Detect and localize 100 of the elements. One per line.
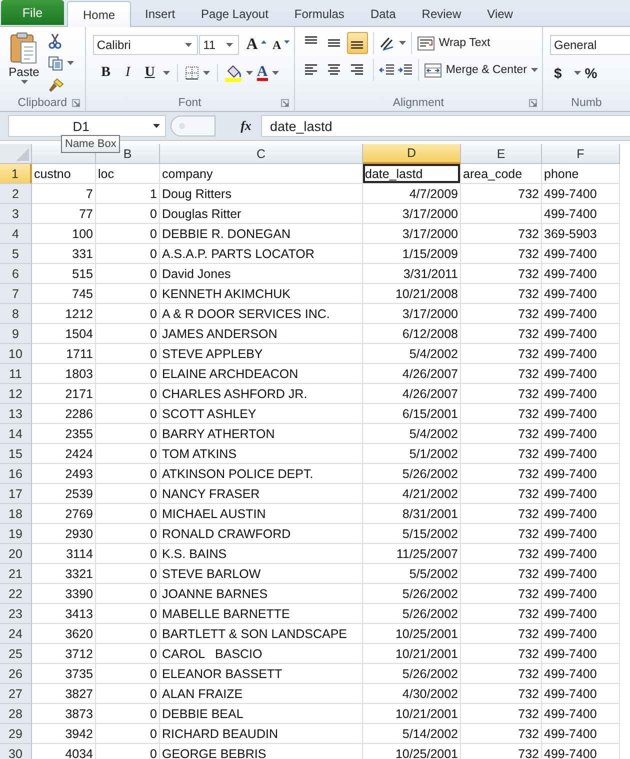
row-header[interactable]: 12 (0, 384, 32, 404)
table-cell: 100 (32, 224, 96, 244)
grow-font-button[interactable]: A (246, 36, 258, 54)
wrap-text-button[interactable]: Wrap Text (416, 32, 490, 54)
merge-center-button[interactable]: Merge & Center (424, 59, 538, 81)
row-header[interactable]: 15 (0, 444, 32, 464)
decrease-indent-icon[interactable] (378, 63, 395, 77)
table-cell: 11/25/2007 (363, 544, 461, 564)
ribbon-tab[interactable]: Data (358, 2, 408, 26)
vertical-align-button[interactable] (346, 32, 368, 54)
row-header[interactable]: 28 (0, 704, 32, 724)
ribbon-tab[interactable]: View (475, 2, 525, 26)
bold-button[interactable]: B (96, 64, 115, 82)
table-cell: 0 (96, 424, 160, 444)
increase-indent-icon[interactable] (396, 63, 413, 77)
row-header[interactable]: 29 (0, 724, 32, 744)
table-cell: 2424 (32, 444, 96, 464)
row-header[interactable]: 22 (0, 584, 32, 604)
file-tab[interactable]: File (1, 0, 64, 25)
ribbon-tab[interactable]: Page Layout (189, 2, 280, 26)
row-header[interactable]: 2 (0, 184, 32, 204)
ribbon-tab[interactable]: Insert (133, 2, 188, 26)
row-header[interactable]: 25 (0, 644, 32, 664)
table-cell: 515 (32, 264, 96, 284)
number-format-field[interactable]: General (550, 35, 630, 55)
column-header[interactable]: F (542, 144, 620, 164)
table-cell: 0 (96, 304, 160, 324)
table-cell: 745 (32, 284, 96, 304)
row-header[interactable]: 30 (0, 744, 32, 759)
table-cell: 5/26/2002 (363, 584, 461, 604)
table-cell: ELAINE ARCHDEACON (160, 364, 363, 384)
row-header[interactable]: 10 (0, 344, 32, 364)
row-header[interactable]: 9 (0, 324, 32, 344)
caret-icon (153, 124, 160, 128)
row-header[interactable]: 23 (0, 604, 32, 624)
font-size-field[interactable]: 11 (199, 35, 240, 55)
shrink-font-button[interactable]: A (272, 36, 282, 54)
ribbon-tab[interactable]: Home (67, 1, 132, 27)
table-cell: 0 (96, 664, 160, 684)
copy-button[interactable] (48, 54, 74, 72)
table-cell: 1212 (32, 304, 96, 324)
row-header[interactable]: 11 (0, 364, 32, 384)
ribbon-tab[interactable]: Formulas (282, 2, 356, 26)
row-header[interactable]: 13 (0, 404, 32, 424)
row-header[interactable]: 27 (0, 684, 32, 704)
row-header[interactable]: 26 (0, 664, 32, 684)
font-color-button[interactable]: A (256, 65, 268, 81)
table-cell: loc (96, 164, 160, 184)
ribbon-tab[interactable]: Review (410, 2, 474, 26)
table-cell: 499-7400 (542, 524, 620, 544)
table-cell: 499-7400 (542, 264, 620, 284)
table-cell: 5/26/2002 (363, 604, 461, 624)
table-cell: 2171 (32, 384, 96, 404)
underline-button[interactable]: U (140, 64, 159, 82)
splitter-handle-icon[interactable] (170, 115, 216, 137)
row-header[interactable]: 14 (0, 424, 32, 444)
currency-button[interactable]: $ (554, 64, 562, 82)
row-header[interactable]: 17 (0, 484, 32, 504)
column-header[interactable]: E (461, 144, 542, 164)
dialog-launcher-icon[interactable] (280, 99, 289, 107)
table-cell: 732 (461, 624, 542, 644)
table-cell: 1 (96, 184, 160, 204)
row-header[interactable]: 3 (0, 204, 32, 224)
copy-icon (48, 56, 64, 70)
table-cell: 8/31/2001 (363, 504, 461, 524)
table-cell: 10/21/2001 (363, 704, 461, 724)
row-header[interactable]: 16 (0, 464, 32, 484)
dialog-launcher-icon[interactable] (72, 99, 80, 107)
table-cell: 10/25/2001 (363, 744, 461, 759)
name-box[interactable]: D1 (8, 115, 166, 137)
row-header[interactable]: 20 (0, 544, 32, 564)
row-header[interactable]: 8 (0, 304, 32, 324)
row-header[interactable]: 21 (0, 564, 32, 584)
row-header[interactable]: 18 (0, 504, 32, 524)
table-cell: JOANNE BARNES (160, 584, 363, 604)
table-cell: 732 (461, 284, 542, 304)
fill-bucket-icon[interactable] (224, 64, 242, 82)
table-cell: company (160, 164, 363, 184)
table-cell: 732 (461, 404, 542, 424)
paste-button[interactable]: Paste (4, 30, 44, 94)
table-cell: 732 (461, 304, 542, 324)
table-cell: 0 (96, 224, 160, 244)
table-cell: 732 (461, 544, 542, 564)
column-header[interactable]: D (363, 144, 461, 164)
italic-button[interactable]: I (118, 64, 137, 82)
formula-input[interactable]: date_lastd (261, 115, 630, 137)
percent-button[interactable]: % (584, 64, 598, 82)
insert-function-button[interactable]: fx (235, 118, 257, 134)
row-header[interactable]: 5 (0, 244, 32, 264)
row-header[interactable]: 4 (0, 224, 32, 244)
row-header[interactable]: 7 (0, 284, 32, 304)
column-header[interactable]: C (160, 144, 363, 164)
row-header[interactable]: 19 (0, 524, 32, 544)
font-name-field[interactable]: Calibri (92, 35, 198, 55)
row-header[interactable]: 24 (0, 624, 32, 644)
row-header[interactable]: 6 (0, 264, 32, 284)
row-header[interactable]: 1 (0, 164, 32, 184)
borders-icon[interactable] (184, 66, 199, 80)
table-cell: 3873 (32, 704, 96, 724)
dialog-launcher-icon[interactable] (529, 99, 537, 107)
